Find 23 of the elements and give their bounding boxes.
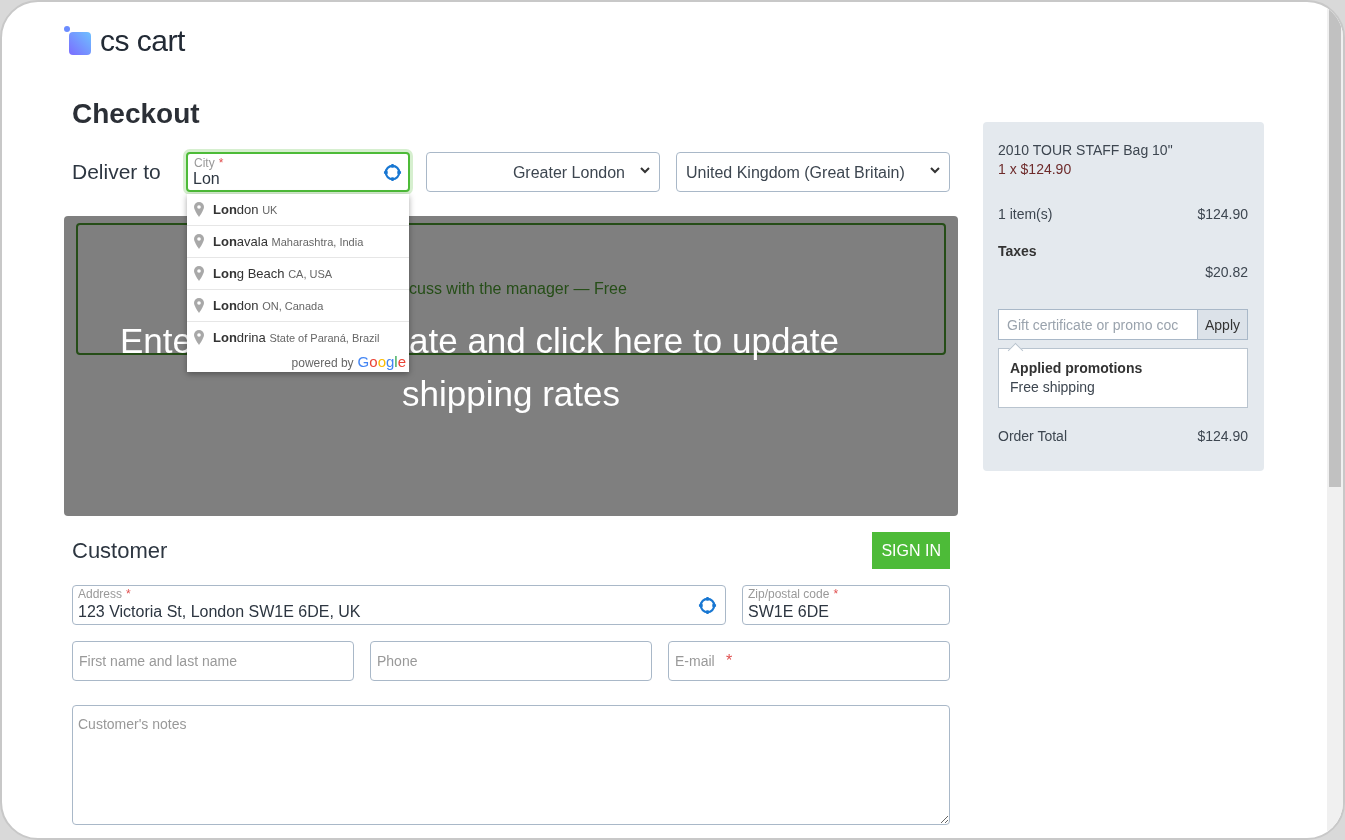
powered-by-text: powered by [291,356,354,370]
field-label: Address [78,587,123,601]
taxes-label: Taxes [998,243,1038,259]
deliver-label: Deliver to [72,160,162,184]
required-mark: * [126,587,131,601]
field-label: Zip/postal code [748,587,830,601]
total-amount: $124.90 [1197,428,1248,444]
field-label: City [194,156,215,170]
overlay-text: ate and click here to update [409,320,839,362]
google-logo: Google [357,353,406,370]
taxes-amount: $20.82 [1205,264,1248,280]
required-mark: * [833,587,839,601]
required-mark: * [726,652,733,670]
promotions-title: Applied promotions [1010,360,1144,376]
total-label: Order Total [998,428,1067,444]
items-price: $124.90 [1197,206,1248,222]
required-mark: * [218,156,224,170]
overlay-text: shipping rates [402,373,620,415]
items-label: 1 item(s) [998,206,1053,222]
page-title: Checkout [72,98,201,130]
section-title: Customer [72,537,168,564]
promotion-item: Free shipping [1010,379,1096,395]
product-quantity: 1 x $124.90 [998,161,1073,177]
